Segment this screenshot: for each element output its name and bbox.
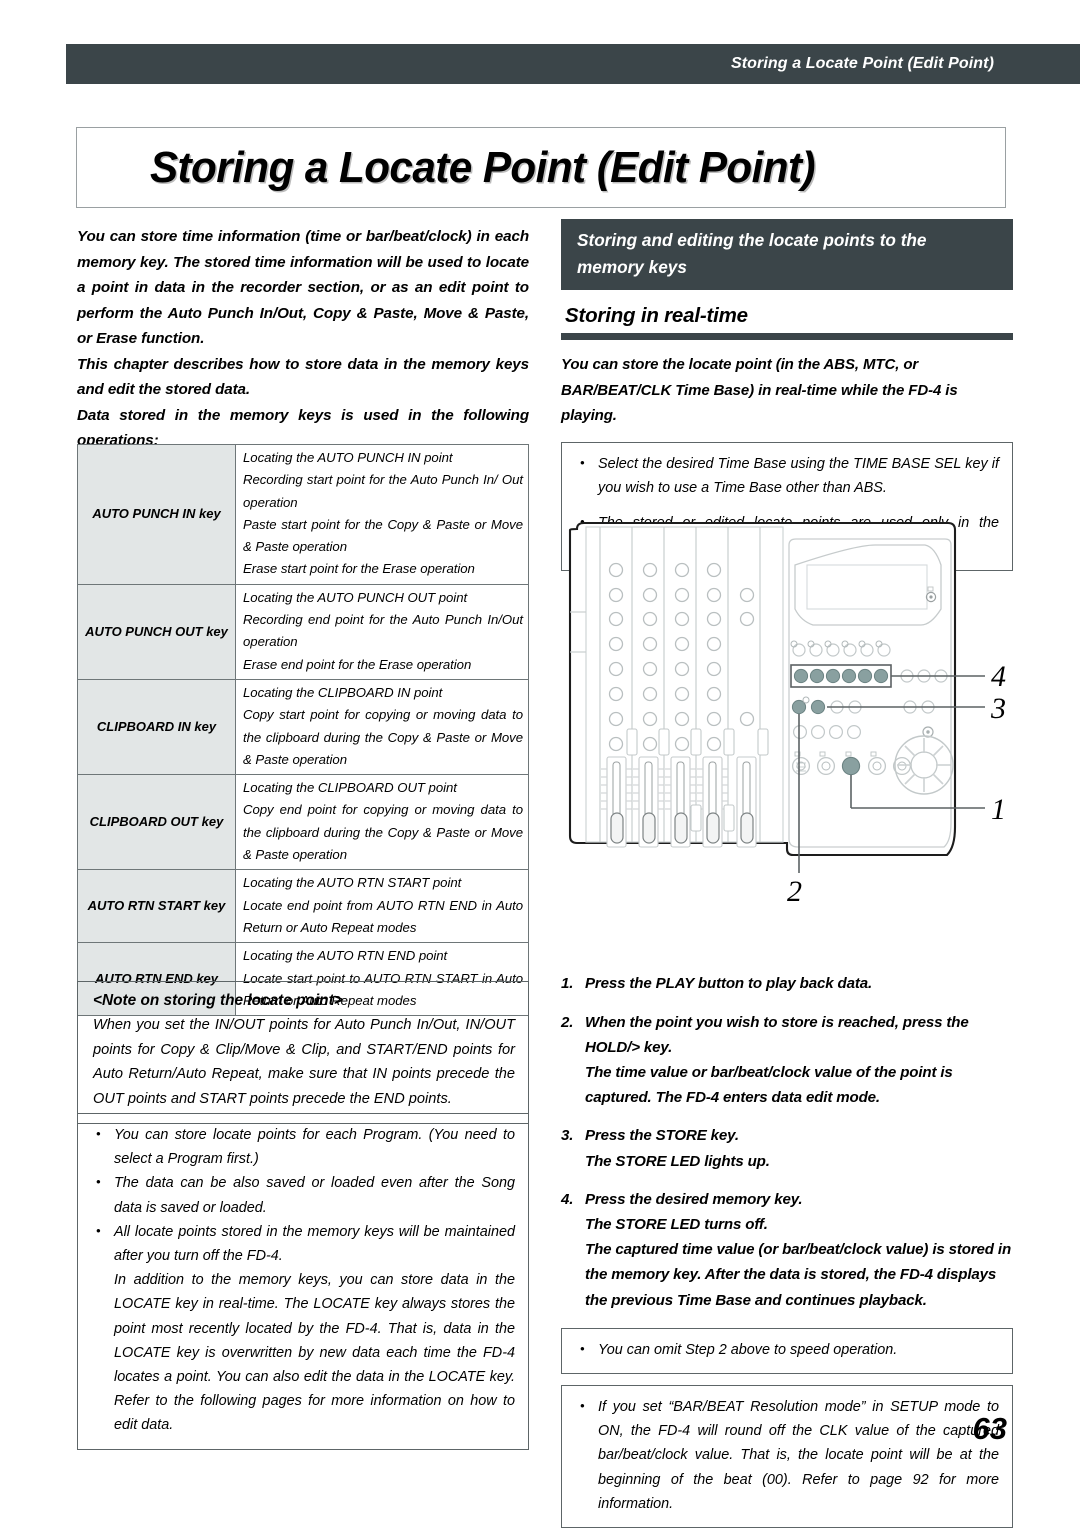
memory-key xyxy=(793,668,809,684)
note-title: <Note on storing the locate point> xyxy=(93,992,343,1009)
callout-number-4: 4 xyxy=(991,660,1006,693)
running-header-text: Storing a Locate Point (Edit Point) xyxy=(730,55,994,72)
left-notes-box: You can store locate points for each Pro… xyxy=(77,1113,529,1450)
intro-block: You can store time information (time or … xyxy=(77,224,529,454)
description-line: Copy end point for copying or moving dat… xyxy=(243,802,523,863)
table-row: AUTO RTN START key Locating the AUTO RTN… xyxy=(77,869,529,944)
description-line: Paste start point for the Copy & Paste o… xyxy=(243,516,523,555)
description-line: Locating the AUTO RTN END point xyxy=(243,948,448,964)
memory-key-function-table: AUTO PUNCH IN key Locating the AUTO PUNC… xyxy=(77,444,529,1017)
step-1: 1. Press the PLAY button to play back da… xyxy=(561,971,1013,996)
description-line: Locating the AUTO PUNCH IN point xyxy=(243,450,453,465)
table-cell-key-name: CLIPBOARD IN key xyxy=(77,678,236,776)
callout-number-1: 1 xyxy=(991,793,1006,826)
fd4-panel-diagram: 4 3 1 2 xyxy=(568,521,1006,905)
note-on-storing-locate-point-box: <Note on storing the locate point> When … xyxy=(77,981,529,1124)
memory-key xyxy=(809,668,825,684)
sub-heading-rule xyxy=(561,333,1013,340)
description-line: Locating the CLIPBOARD IN point xyxy=(243,684,443,700)
table-cell-key-description: Locating the AUTO PUNCH OUT point Record… xyxy=(235,583,529,680)
running-header-bar: Storing a Locate Point (Edit Point) xyxy=(66,44,1080,84)
memory-key xyxy=(841,668,857,684)
omit-step-tip-list: You can omit Step 2 above to speed opera… xyxy=(574,1337,999,1362)
play-button xyxy=(841,756,861,776)
step-sub-text: The STORE LED turns off. xyxy=(585,1215,768,1233)
section-title-bar: Storing and editing the locate points to… xyxy=(561,219,1013,290)
step-sub-text: The time value or bar/beat/clock value o… xyxy=(585,1063,953,1107)
description-line: Locating the CLIPBOARD OUT point xyxy=(243,780,457,796)
fader xyxy=(736,756,757,848)
list-item: If you set “BAR/BEAT Resolution mode” in… xyxy=(574,1394,999,1516)
list-item: You can omit Step 2 above to speed opera… xyxy=(574,1337,999,1362)
table-row: AUTO PUNCH OUT key Locating the AUTO PUN… xyxy=(77,583,529,680)
list-item: All locate points stored in the memory k… xyxy=(90,1219,515,1268)
omit-step-tip-box: You can omit Step 2 above to speed opera… xyxy=(561,1327,1013,1374)
store-key xyxy=(810,699,826,715)
step-number: 2. xyxy=(561,1013,574,1031)
left-column: You can store time information (time or … xyxy=(77,224,529,454)
description-line: Erase end point for the Erase operation xyxy=(243,656,472,672)
page-title: Storing a Locate Point (Edit Point) xyxy=(149,142,816,192)
table-cell-key-name: AUTO PUNCH IN key xyxy=(77,444,236,585)
list-item: You can store locate points for each Pro… xyxy=(90,1122,515,1171)
list-item: Select the desired Time Base using the T… xyxy=(574,450,999,500)
bar-beat-resolution-tip-box: If you set “BAR/BEAT Resolution mode” in… xyxy=(561,1384,1013,1528)
step-sub-text: The captured time value (or bar/beat/clo… xyxy=(585,1241,1012,1309)
step-text: Press the desired memory key. xyxy=(585,1190,803,1208)
memory-key xyxy=(825,668,841,684)
step-3: 3. Press the STORE key. The STORE LED li… xyxy=(561,1123,1013,1173)
table-cell-key-name: CLIPBOARD OUT key xyxy=(77,774,236,871)
step-text: When the point you wish to store is reac… xyxy=(585,1013,969,1056)
table-cell-key-name: AUTO RTN START key xyxy=(77,869,236,944)
list-item-continuation: In addition to the memory keys, you can … xyxy=(114,1272,515,1434)
step-sub-text: The STORE LED lights up. xyxy=(585,1152,770,1170)
right-intro-text: You can store the locate point (in the A… xyxy=(561,356,958,424)
display-indicator-dot-icon xyxy=(929,595,933,599)
memory-key xyxy=(857,668,873,684)
step-number: 4. xyxy=(561,1190,574,1208)
step-number: 3. xyxy=(561,1127,574,1145)
table-row: CLIPBOARD IN key Locating the CLIPBOARD … xyxy=(77,678,529,776)
step-number: 1. xyxy=(561,975,574,993)
fd4-front-panel-figure: 4 3 1 2 xyxy=(555,517,1025,905)
description-line: Recording start point for the Auto Punch… xyxy=(243,472,523,510)
table-row: CLIPBOARD OUT key Locating the CLIPBOARD… xyxy=(77,774,529,871)
bar-beat-resolution-tip-list: If you set “BAR/BEAT Resolution mode” in… xyxy=(574,1394,999,1516)
intro-paragraph-1: You can store time information (time or … xyxy=(77,228,529,347)
step-text: Press the PLAY button to play back data. xyxy=(585,975,872,993)
step-4: 4. Press the desired memory key. The STO… xyxy=(561,1187,1013,1313)
page-number: 63 xyxy=(972,1411,1007,1446)
description-line: Erase start point for the Erase operatio… xyxy=(243,561,475,577)
step-2: 2. When the point you wish to store is r… xyxy=(561,1010,1013,1111)
table-cell-key-name: AUTO PUNCH OUT key xyxy=(77,583,236,680)
intro-paragraph-2: This chapter describes how to store data… xyxy=(77,355,529,399)
step-text: Press the STORE key. xyxy=(585,1127,739,1145)
callout-number-3: 3 xyxy=(990,692,1006,725)
note-body: When you set the IN/OUT points for Auto … xyxy=(93,1017,515,1107)
description-line: Locate end point from AUTO RTN END in Au… xyxy=(243,897,523,935)
callout-number-2: 2 xyxy=(787,875,802,905)
table-cell-key-description: Locating the AUTO RTN START point Locate… xyxy=(235,869,529,944)
description-line: Locating the AUTO PUNCH OUT point xyxy=(243,589,468,605)
description-line: Locating the AUTO RTN START point xyxy=(243,875,462,891)
sub-heading: Storing in real-time xyxy=(565,304,748,327)
table-cell-key-description: Locating the CLIPBOARD OUT point Copy en… xyxy=(235,774,529,871)
table-row: AUTO PUNCH IN key Locating the AUTO PUNC… xyxy=(77,444,529,585)
left-notes-list: You can store locate points for each Pro… xyxy=(90,1122,515,1438)
table-cell-key-description: Locating the AUTO PUNCH IN point Recordi… xyxy=(235,444,529,585)
memory-key xyxy=(873,668,889,684)
description-line: Recording end point for the Auto Punch I… xyxy=(243,612,523,650)
page-title-box: Storing a Locate Point (Edit Point) xyxy=(76,127,1006,208)
description-line: Copy start point for copying or moving d… xyxy=(243,707,523,767)
procedure-steps: 1. Press the PLAY button to play back da… xyxy=(561,971,1013,1312)
table-cell-key-description: Locating the CLIPBOARD IN point Copy sta… xyxy=(235,678,529,776)
list-item: The data can be also saved or loaded eve… xyxy=(90,1170,515,1219)
